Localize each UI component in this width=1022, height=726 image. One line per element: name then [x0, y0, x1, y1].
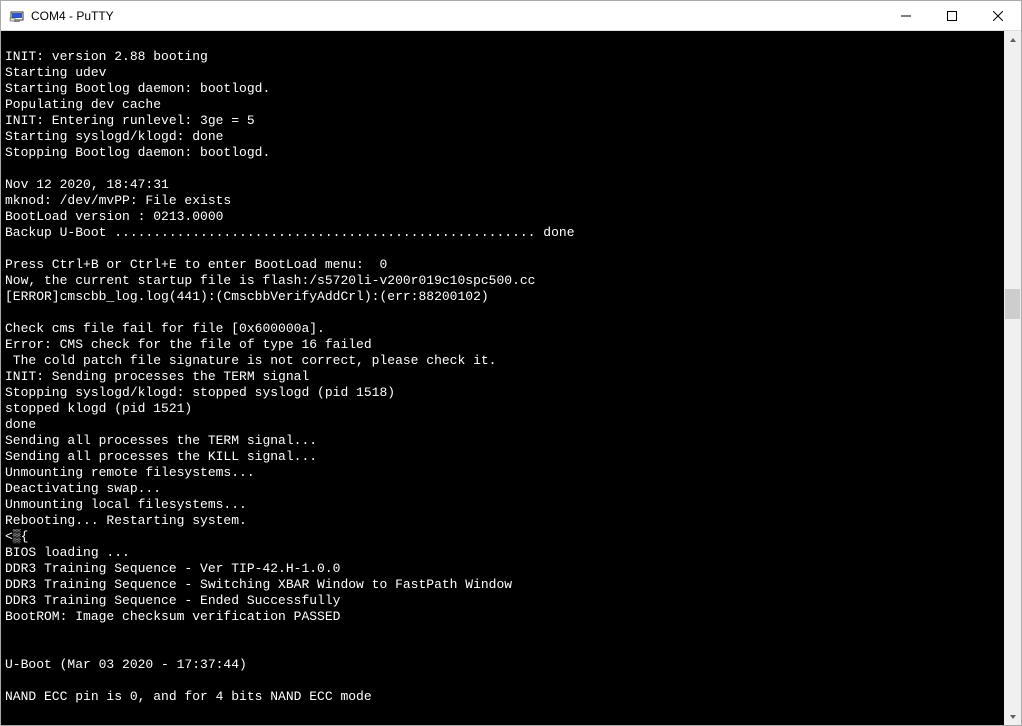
terminal-output[interactable]: INIT: version 2.88 booting Starting udev…: [1, 31, 1004, 725]
content-area: INIT: version 2.88 booting Starting udev…: [1, 31, 1021, 725]
title-left: COM4 - PuTTY: [1, 8, 114, 24]
close-button[interactable]: [975, 1, 1021, 31]
minimize-button[interactable]: [883, 1, 929, 31]
putty-icon: [9, 8, 25, 24]
scroll-up-button[interactable]: [1004, 31, 1021, 48]
scrollbar-track[interactable]: [1004, 31, 1021, 725]
window-title: COM4 - PuTTY: [31, 9, 114, 23]
putty-window: COM4 - PuTTY INIT: version 2.88 booting …: [0, 0, 1022, 726]
maximize-button[interactable]: [929, 1, 975, 31]
window-controls: [883, 1, 1021, 31]
scroll-down-button[interactable]: [1004, 708, 1021, 725]
titlebar[interactable]: COM4 - PuTTY: [1, 1, 1021, 31]
scroll-thumb[interactable]: [1005, 289, 1020, 319]
